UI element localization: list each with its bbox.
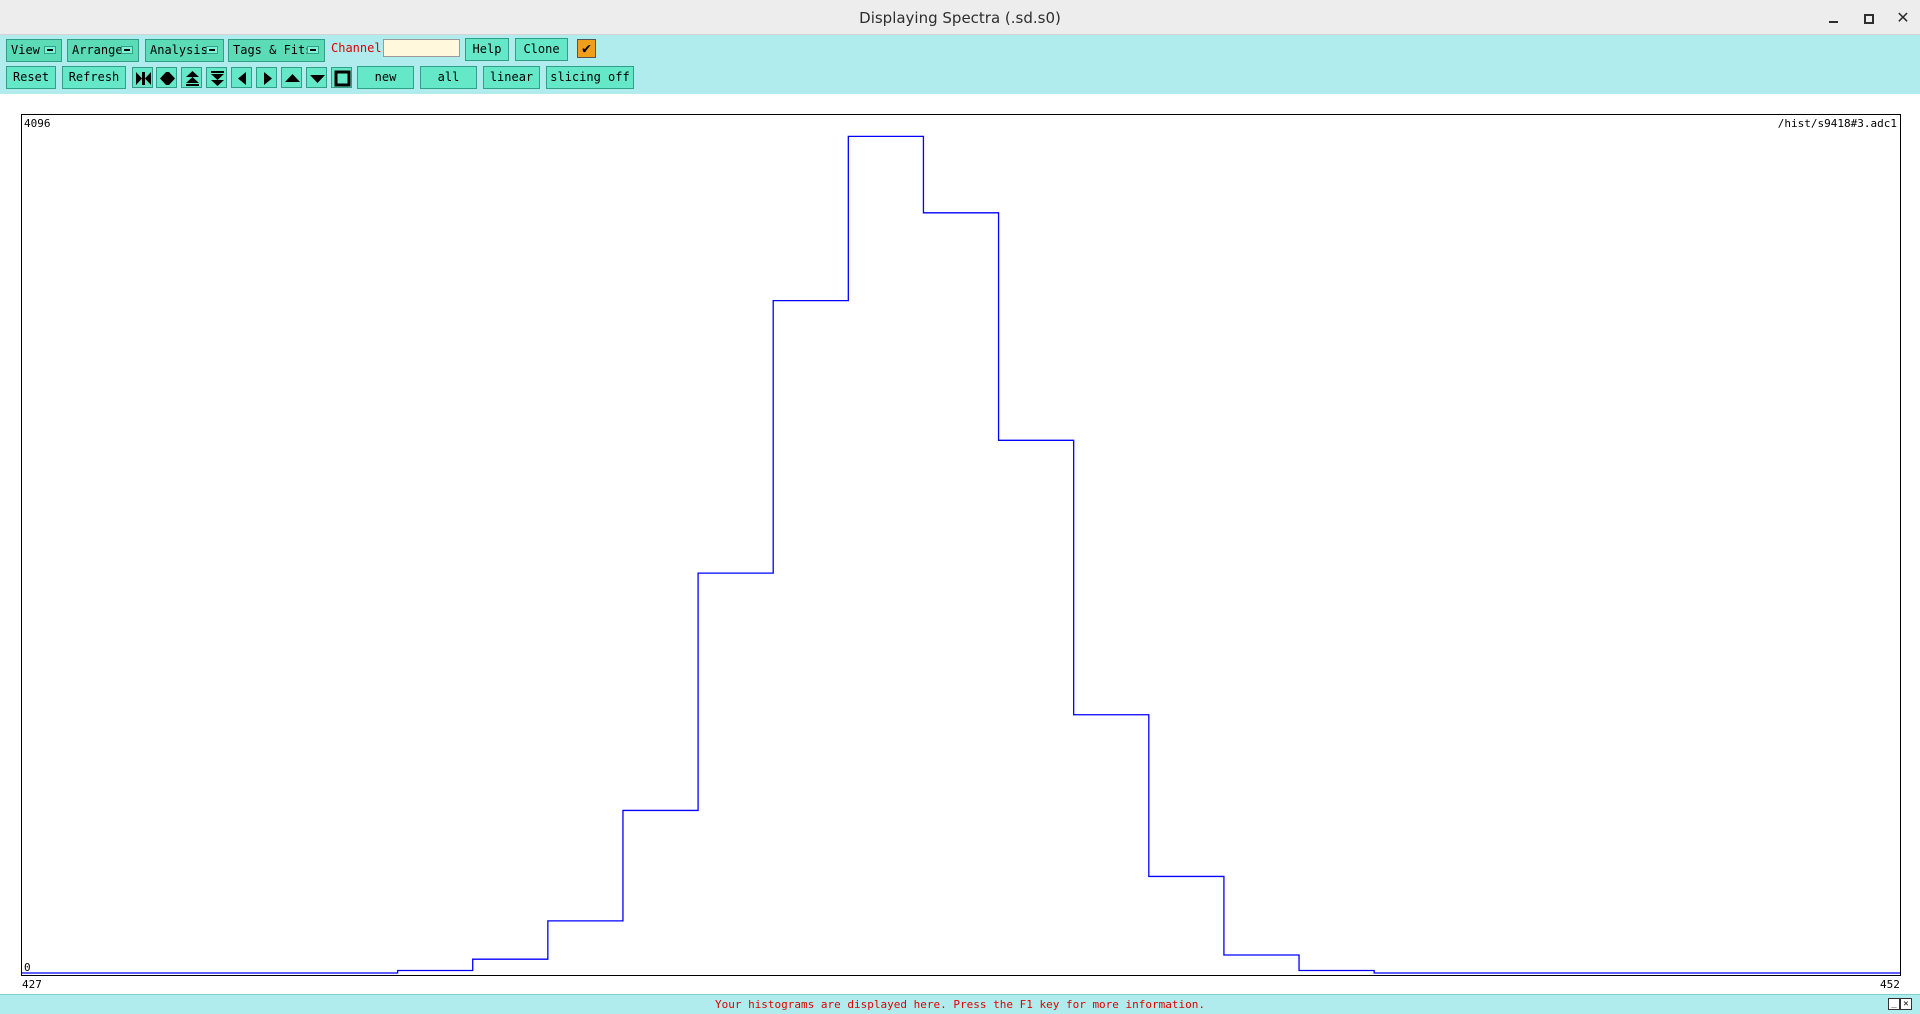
- spectrum-pane[interactable]: 4096 /hist/s9418#3.adc1 0: [21, 114, 1901, 976]
- new-button[interactable]: new: [357, 66, 414, 89]
- maximize-icon[interactable]: [1858, 8, 1878, 28]
- scroll-right-icon[interactable]: [256, 67, 277, 88]
- all-button[interactable]: all: [420, 66, 477, 89]
- x-min-label: 427: [22, 978, 42, 991]
- histogram-line: [22, 135, 1900, 974]
- analysis-menu-button[interactable]: Analysis: [145, 39, 224, 62]
- status-message: Your histograms are displayed here. Pres…: [714, 998, 1206, 1011]
- help-button[interactable]: Help: [465, 38, 509, 61]
- close-icon[interactable]: ✕: [1893, 8, 1913, 28]
- arrange-menu-button[interactable]: Arrange: [67, 39, 139, 62]
- status-bar-controls: _ ✕: [1888, 998, 1914, 1012]
- slicing-button[interactable]: slicing off: [546, 66, 634, 89]
- menu-indicator-icon: [121, 46, 133, 54]
- analysis-menu-label: Analysis: [150, 43, 208, 57]
- scroll-left-icon[interactable]: [231, 67, 252, 88]
- arrange-menu-label: Arrange: [72, 43, 123, 57]
- histogram-plot: [22, 135, 1900, 974]
- checkmark-icon: ✔: [581, 39, 592, 57]
- menu-indicator-icon: [307, 46, 319, 54]
- x-max-label: 452: [1880, 978, 1900, 991]
- minimize-icon[interactable]: [1824, 8, 1844, 28]
- reset-button[interactable]: Reset: [6, 66, 56, 89]
- menu-indicator-icon: [44, 46, 56, 54]
- tags-fits-menu-button[interactable]: Tags & Fits: [228, 39, 325, 62]
- channel-label: Channel:: [331, 41, 389, 55]
- scroll-up-icon[interactable]: [281, 67, 302, 88]
- status-bar: Your histograms are displayed here. Pres…: [0, 994, 1920, 1014]
- checkbox-toggle[interactable]: ✔: [577, 39, 596, 58]
- minimize-panel-icon[interactable]: _: [1888, 998, 1900, 1010]
- shrink-horizontal-icon[interactable]: [156, 67, 177, 88]
- full-view-icon[interactable]: [331, 67, 352, 88]
- title-bar: Displaying Spectra (.sd.s0) ✕: [0, 0, 1920, 35]
- y-max-label: 4096: [24, 117, 51, 130]
- clone-button[interactable]: Clone: [515, 38, 568, 61]
- scroll-down-icon[interactable]: [306, 67, 327, 88]
- close-panel-icon[interactable]: ✕: [1900, 998, 1912, 1010]
- menu-indicator-icon: [206, 46, 218, 54]
- window-title: Displaying Spectra (.sd.s0): [859, 9, 1061, 27]
- spectrum-name: /hist/s9418#3.adc1: [1777, 117, 1897, 130]
- tags-fits-menu-label: Tags & Fits: [233, 43, 313, 57]
- view-menu-label: View: [11, 43, 40, 57]
- view-menu-button[interactable]: View: [6, 39, 62, 62]
- linear-button[interactable]: linear: [483, 66, 540, 89]
- shrink-vertical-icon[interactable]: [206, 67, 227, 88]
- expand-horizontal-icon[interactable]: [132, 67, 153, 88]
- channel-input[interactable]: [383, 39, 460, 57]
- y-min-label: 0: [24, 961, 31, 974]
- refresh-button[interactable]: Refresh: [62, 66, 126, 89]
- expand-vertical-icon[interactable]: [181, 67, 202, 88]
